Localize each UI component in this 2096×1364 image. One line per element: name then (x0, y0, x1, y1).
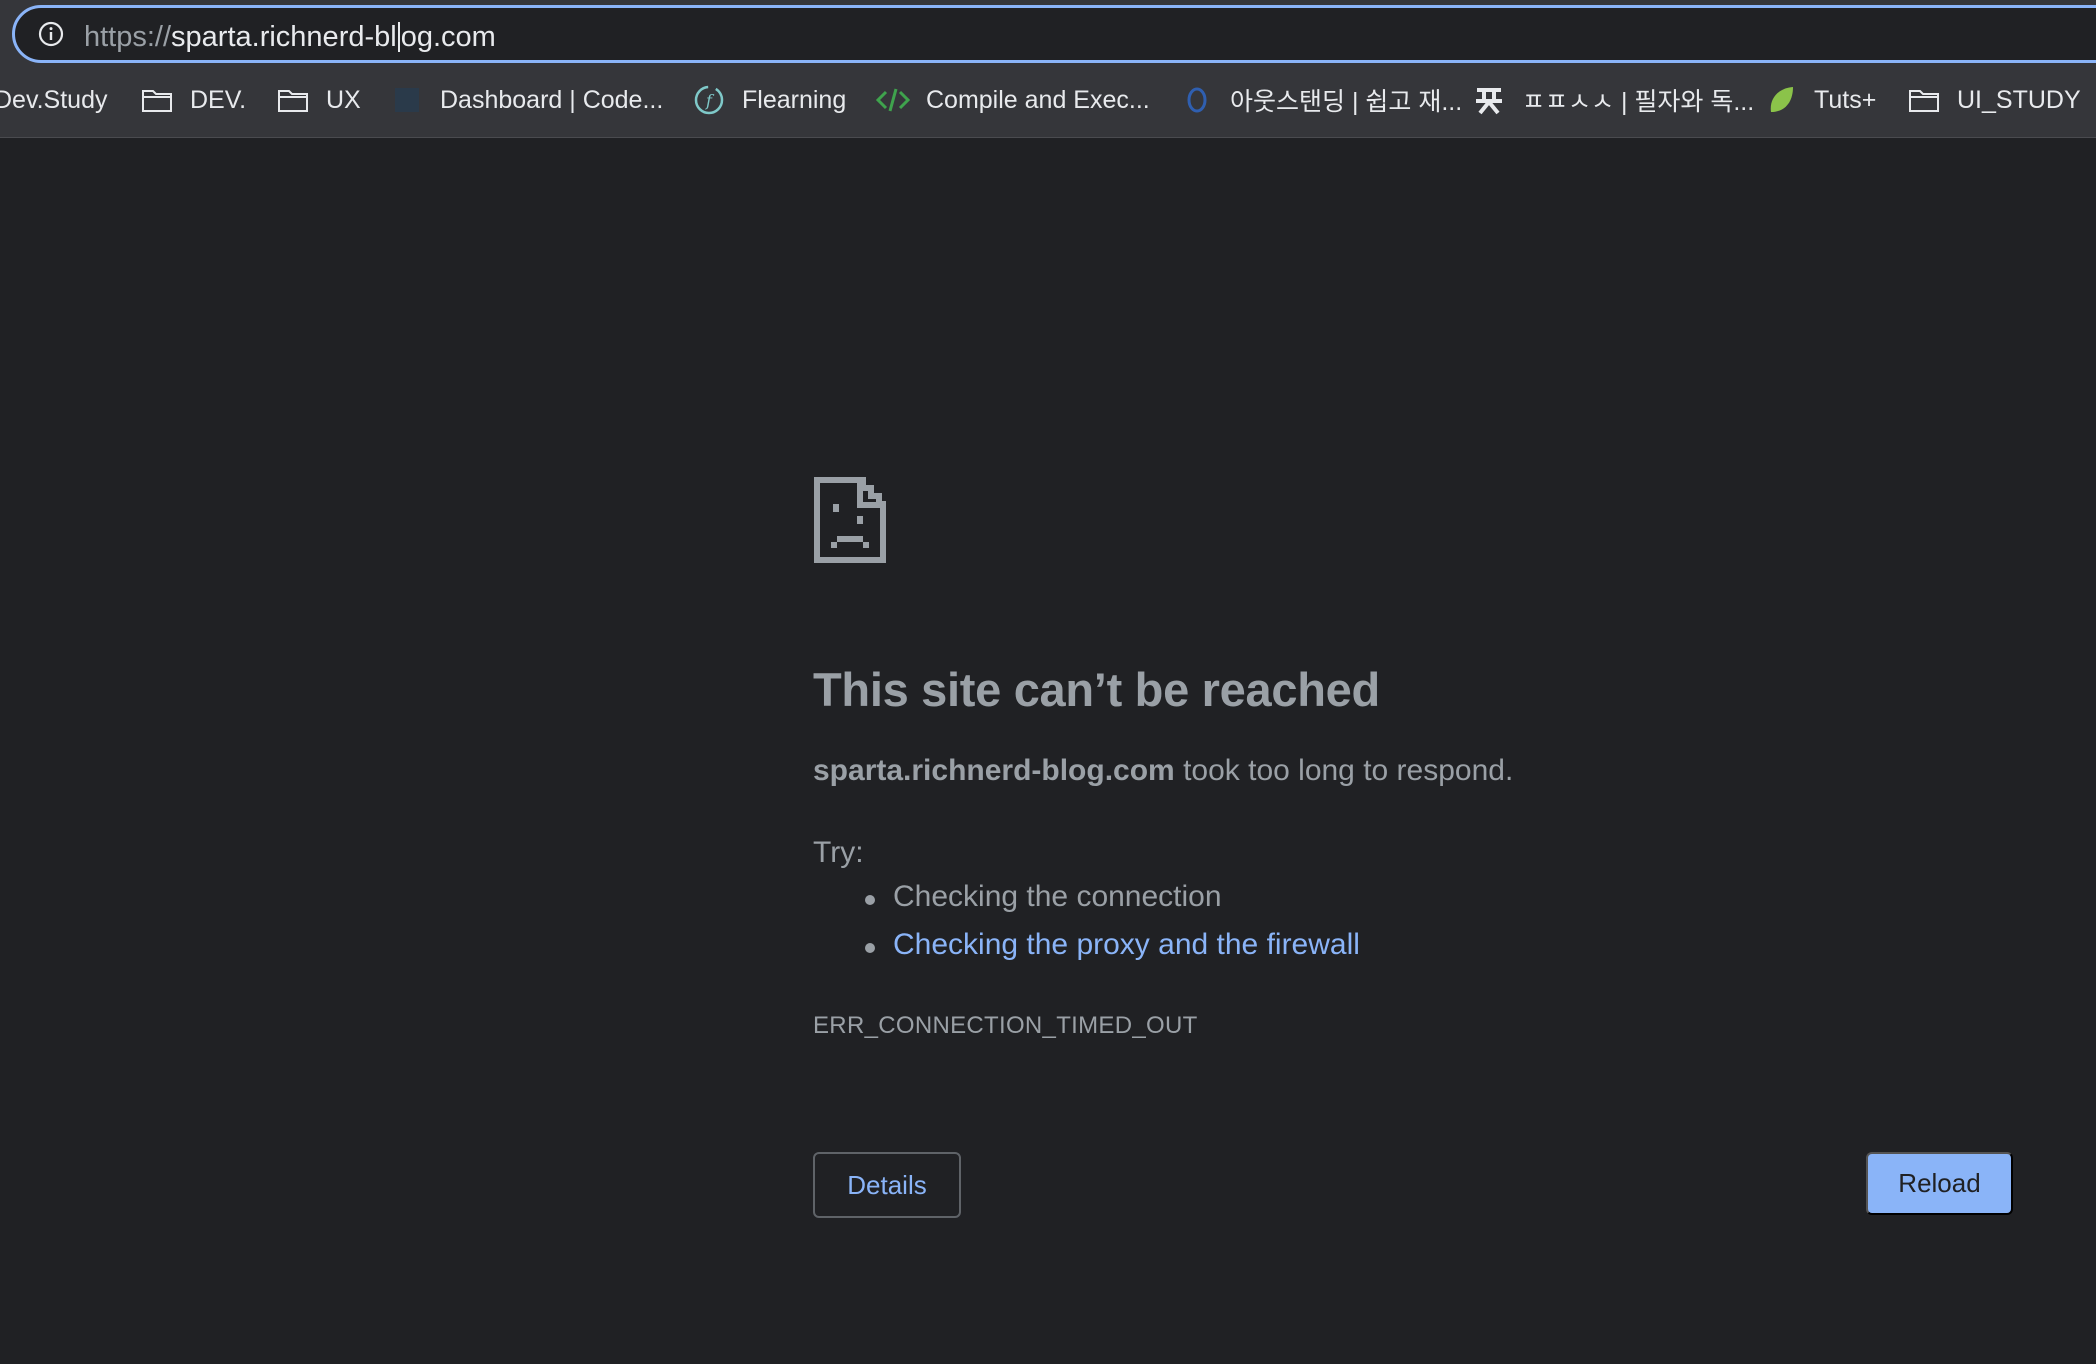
bookmark-ppss[interactable]: ㅍㅍㅅㅅ | 필자와 독... (1472, 76, 1754, 124)
folder-icon (1907, 83, 1941, 117)
bookmark-label: UX (326, 85, 361, 114)
bookmark-label: 아웃스탠딩 | 쉽고 재... (1230, 88, 1463, 116)
bookmark-folder-ui-study[interactable]: UI_STUDY (1907, 76, 2081, 124)
error-message: sparta.richnerd-blog.com took too long t… (813, 754, 1513, 788)
suggestion-check-connection: Checking the connection (865, 880, 1360, 928)
bookmark-dev-study[interactable]: Dev.Study (0, 76, 107, 124)
error-code: ERR_CONNECTION_TIMED_OUT (813, 1012, 1198, 1039)
tuts-leaf-icon (1764, 83, 1798, 117)
bookmark-label: ㅍㅍㅅㅅ | 필자와 독... (1522, 88, 1755, 116)
bookmark-compile-and-execute[interactable]: Compile and Exec... (876, 76, 1150, 124)
bookmark-label: Dev.Study (0, 85, 108, 114)
error-title: This site can’t be reached (813, 663, 1380, 716)
flearning-icon: f (692, 83, 726, 117)
bookmark-label: Compile and Exec... (926, 85, 1150, 114)
folder-icon (276, 83, 310, 117)
bookmark-label: Tuts+ (1814, 85, 1877, 114)
url-text[interactable]: https://sparta.richnerd-bl og.com (84, 21, 496, 53)
bookmark-folder-dev[interactable]: DEV. (140, 76, 246, 124)
svg-text:f: f (705, 91, 715, 110)
address-bar[interactable]: https://sparta.richnerd-bl og.com (12, 5, 2096, 63)
info-icon[interactable] (37, 20, 65, 48)
url-host-part-2: og.com (400, 21, 496, 53)
bookmark-outstanding[interactable]: 아웃스탠딩 | 쉽고 재... (1180, 76, 1462, 124)
try-label: Try: (813, 836, 864, 869)
bookmark-label: DEV. (190, 85, 247, 114)
code-brackets-icon (876, 83, 910, 117)
url-host-part-1: sparta.richnerd-bl (171, 21, 397, 53)
url-scheme: https:// (84, 21, 172, 53)
bookmark-label: Flearning (742, 85, 847, 114)
bookmark-label: UI_STUDY (1957, 85, 2081, 114)
outstanding-icon (1180, 83, 1214, 117)
error-host: sparta.richnerd-blog.com (813, 754, 1175, 787)
details-button[interactable]: Details (813, 1152, 961, 1218)
error-message-suffix: took too long to respond. (1174, 754, 1514, 787)
bookmark-dashboard-codecademy[interactable]: Dashboard | Code... (390, 76, 663, 124)
browser-toolbar: https://sparta.richnerd-bl og.com Dev.Stu… (0, 0, 2096, 138)
text-caret (397, 22, 400, 52)
bookmark-tuts-plus[interactable]: Tuts+ (1764, 76, 1876, 124)
ppss-icon (1472, 83, 1506, 117)
suggestions-list: Checking the connection Checking the pro… (865, 880, 1360, 976)
sad-document-icon (814, 477, 886, 563)
bookmark-label: Dashboard | Code... (440, 85, 664, 114)
bookmark-flearning[interactable]: f Flearning (692, 76, 846, 124)
suggestion-check-proxy-firewall-link[interactable]: Checking the proxy and the firewall (865, 928, 1360, 976)
bookmark-folder-ux[interactable]: UX (276, 76, 361, 124)
folder-icon (140, 83, 174, 117)
reload-button[interactable]: Reload (1866, 1152, 2013, 1215)
codecademy-icon (390, 83, 424, 117)
bookmarks-bar: Dev.Study DEV. UX Dashboard | Code... f … (0, 76, 2096, 124)
